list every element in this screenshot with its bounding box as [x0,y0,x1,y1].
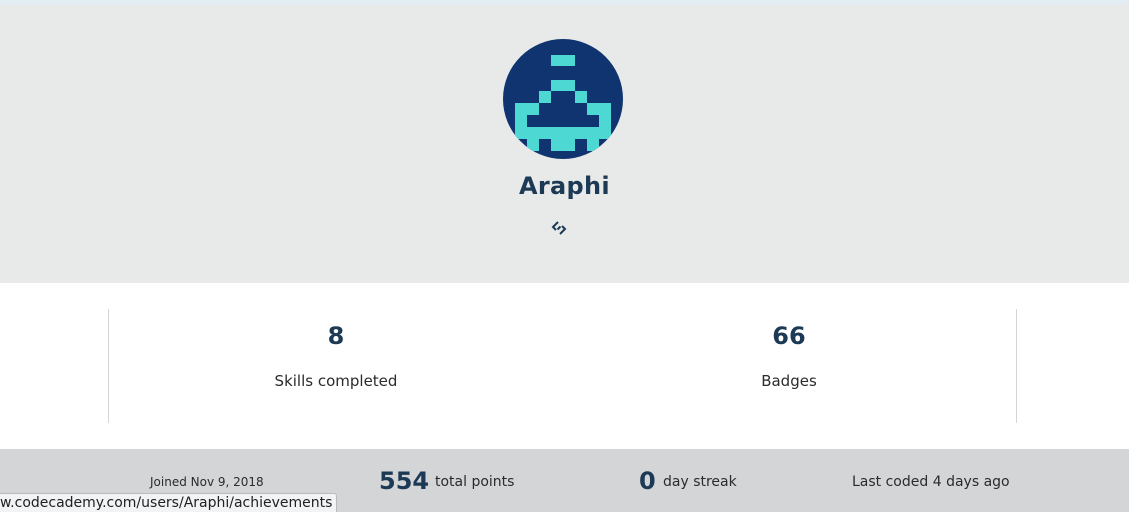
total-points-value: 554 [379,467,430,495]
profile-header: Araphi [0,5,1129,283]
total-points-label: total points [435,474,515,490]
day-streak-value: 0 [639,467,656,495]
stats-divider-left [108,309,109,423]
stats-panel: 8 Skills completed 66 Badges [0,283,1129,449]
skills-completed-count: 8 [327,322,345,350]
badges-count: 66 [772,322,806,350]
stats-divider-right [1016,309,1017,423]
avatar [503,39,623,159]
badges-label: Badges [761,372,817,390]
status-bar-url: w.codecademy.com/users/Araphi/achievemen… [0,493,338,512]
last-coded: Last coded 4 days ago [852,474,1010,490]
username: Araphi [519,172,610,200]
skills-completed-label: Skills completed [274,372,398,390]
joined-date: Joined Nov 9, 2018 [150,475,264,489]
day-streak-label: day streak [663,474,737,490]
link-chain-icon[interactable] [549,218,569,238]
avatar-pixel-art-icon [515,55,611,151]
